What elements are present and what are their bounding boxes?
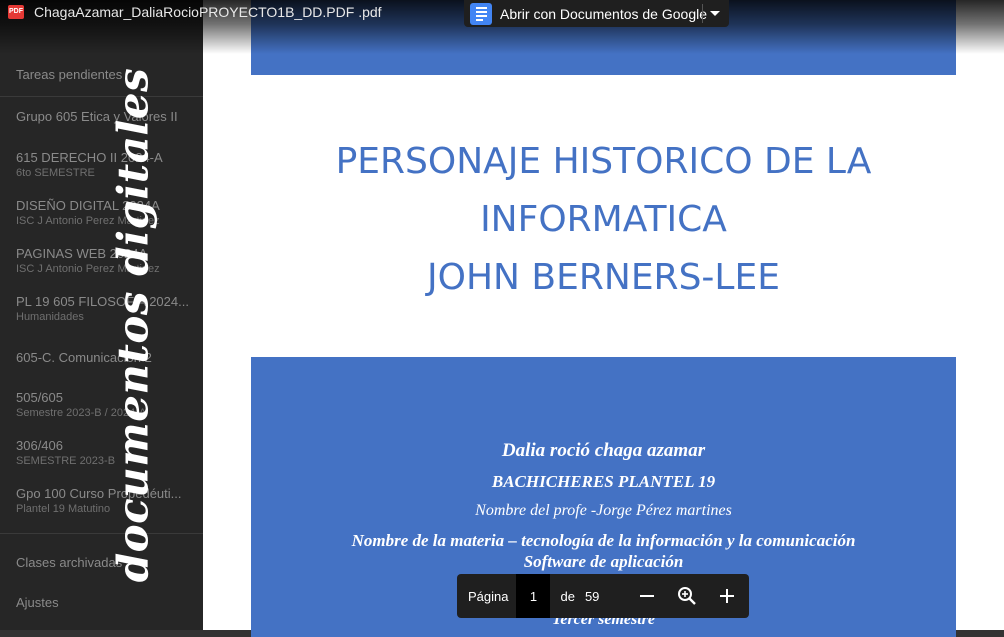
caret-down-icon[interactable] bbox=[710, 11, 720, 16]
title-line: INFORMATICA bbox=[480, 199, 727, 240]
subject-name: Nombre de la materia – tecnología de la … bbox=[351, 531, 856, 550]
pdf-page: PERSONAJE HISTORICO DE LA INFORMATICA JO… bbox=[203, 0, 1004, 637]
sidebar-item-label: Ajustes bbox=[16, 595, 59, 610]
software-label: Software de aplicación bbox=[523, 552, 684, 571]
zoom-out-button[interactable] bbox=[632, 581, 662, 611]
pdf-file-icon: PDF bbox=[8, 5, 24, 19]
minus-icon bbox=[640, 595, 654, 597]
zoom-icon bbox=[678, 587, 696, 605]
open-with-google-docs-button[interactable]: Abrir con Documentos de Google bbox=[464, 0, 729, 27]
title-line: JOHN BERNERS-LEE bbox=[427, 257, 780, 298]
school-name: BACHICHERES PLANTEL 19 bbox=[491, 472, 716, 491]
sidebar-divider bbox=[0, 96, 203, 97]
total-pages: 59 bbox=[584, 588, 600, 604]
button-divider bbox=[702, 4, 703, 23]
teacher-name: Nombre del profe -Jorge Pérez martines bbox=[475, 502, 732, 519]
page-number-input[interactable] bbox=[516, 574, 551, 618]
zoom-button[interactable] bbox=[672, 581, 702, 611]
zoom-in-button[interactable] bbox=[712, 581, 742, 611]
title-line: PERSONAJE HISTORICO DE LA bbox=[335, 141, 872, 182]
document-title: PERSONAJE HISTORICO DE LA INFORMATICA JO… bbox=[251, 133, 956, 307]
student-name: Dalia roció chaga azamar bbox=[501, 440, 706, 461]
file-name: ChagaAzamar_DaliaRocioPROYECTO1B_DD.PDF … bbox=[34, 4, 382, 20]
plus-icon bbox=[720, 589, 734, 603]
sidebar-divider bbox=[0, 533, 203, 534]
page-controls: Página de 59 bbox=[457, 574, 749, 618]
sidebar-item-settings[interactable]: Ajustes bbox=[16, 595, 201, 611]
google-docs-icon bbox=[470, 2, 492, 25]
viewer-topbar: PDF ChagaAzamar_DaliaRocioPROYECTO1B_DD.… bbox=[0, 0, 1004, 54]
page-label: Página bbox=[468, 588, 509, 604]
overlay-watermark-text: documentos digitales bbox=[108, 67, 158, 583]
of-label: de bbox=[560, 588, 575, 604]
open-with-label: Abrir con Documentos de Google bbox=[500, 5, 707, 22]
classroom-sidebar: Tareas pendientes Grupo 605 Etica y Valo… bbox=[0, 0, 203, 630]
